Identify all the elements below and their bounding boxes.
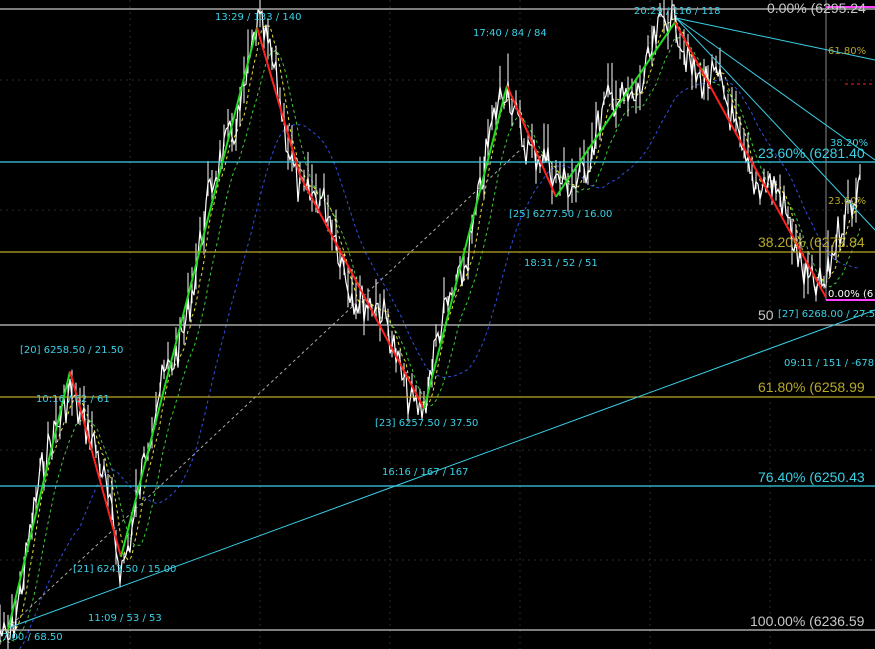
fib-label-50: 50 — [758, 307, 774, 323]
annotation-time-1: 18:31 / 52 / 51 — [524, 258, 598, 269]
fib-label-38-2: 38.20% (6272.84 — [758, 234, 865, 250]
annotation-swing-low-21: [21] 6243.50 / 15.00 — [73, 564, 176, 575]
annotation-swing-low-25: [25] 6277.50 / 16.00 — [509, 209, 612, 220]
small-fib-label-0: 0.00% (6 — [828, 289, 873, 300]
fib-label-0: 0.00% (6295.24 — [767, 0, 866, 16]
annotation-time-2: 16:16 / 167 / 167 — [382, 467, 468, 478]
fib-label-100: 100.00% (6236.59 — [750, 613, 865, 629]
small-fib-label-61-8: 61.80% — [828, 46, 866, 57]
small-fib-label-38-2: 38.20% — [830, 138, 868, 149]
annotation-swing-low-20: [20] 6258.50 / 21.50 — [20, 345, 123, 356]
fib-label-76-4: 76.40% (6250.43 — [758, 469, 865, 485]
price-chart: 0.00% (6295.24 23.60% (6281.40 38.20% (6… — [0, 0, 875, 649]
annotation-swing-high-4: 10:16 / 62 / 61 — [36, 394, 110, 405]
annotation-swing-low-23: [23] 6257.50 / 37.50 — [375, 418, 478, 429]
annotation-origin: 7.00 / 68.50 — [2, 632, 63, 643]
annotation-time-4: 09:11 / 151 / -678 — [784, 358, 874, 369]
annotation-swing-high-3: 20:29 / 116 / 118 — [634, 6, 720, 17]
annotation-swing-low-27: [27] 6268.00 / 27.50 — [778, 309, 875, 320]
annotation-time-3: 11:09 / 53 / 53 — [88, 613, 162, 624]
annotation-swing-high-1: 13:29 / 133 / 140 — [215, 12, 301, 23]
fib-label-61-8: 61.80% (6258.99 — [758, 379, 865, 395]
small-fib-label-23-6: 23.60% — [828, 196, 866, 207]
annotation-swing-high-2: 17:40 / 84 / 84 — [473, 28, 547, 39]
